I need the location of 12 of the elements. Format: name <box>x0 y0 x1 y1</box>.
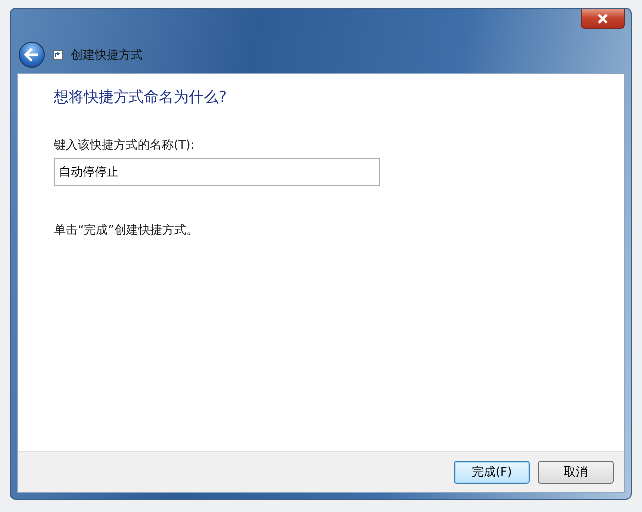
shortcut-icon <box>53 50 63 60</box>
finish-button[interactable]: 完成(F) <box>454 460 530 484</box>
close-icon <box>597 14 609 24</box>
field-label: 键入该快捷方式的名称(T): <box>54 137 196 154</box>
page-heading: 想将快捷方式命名为什么? <box>54 88 228 107</box>
close-button[interactable] <box>581 9 625 29</box>
window-title: 创建快捷方式 <box>71 46 143 64</box>
instruction-text: 单击“完成”创建快捷方式。 <box>54 222 200 239</box>
name-input-field[interactable]: 自动停停止 <box>54 158 380 186</box>
cancel-button[interactable]: 取消 <box>538 460 614 484</box>
back-arrow-icon <box>24 48 40 62</box>
back-button[interactable] <box>19 42 45 68</box>
